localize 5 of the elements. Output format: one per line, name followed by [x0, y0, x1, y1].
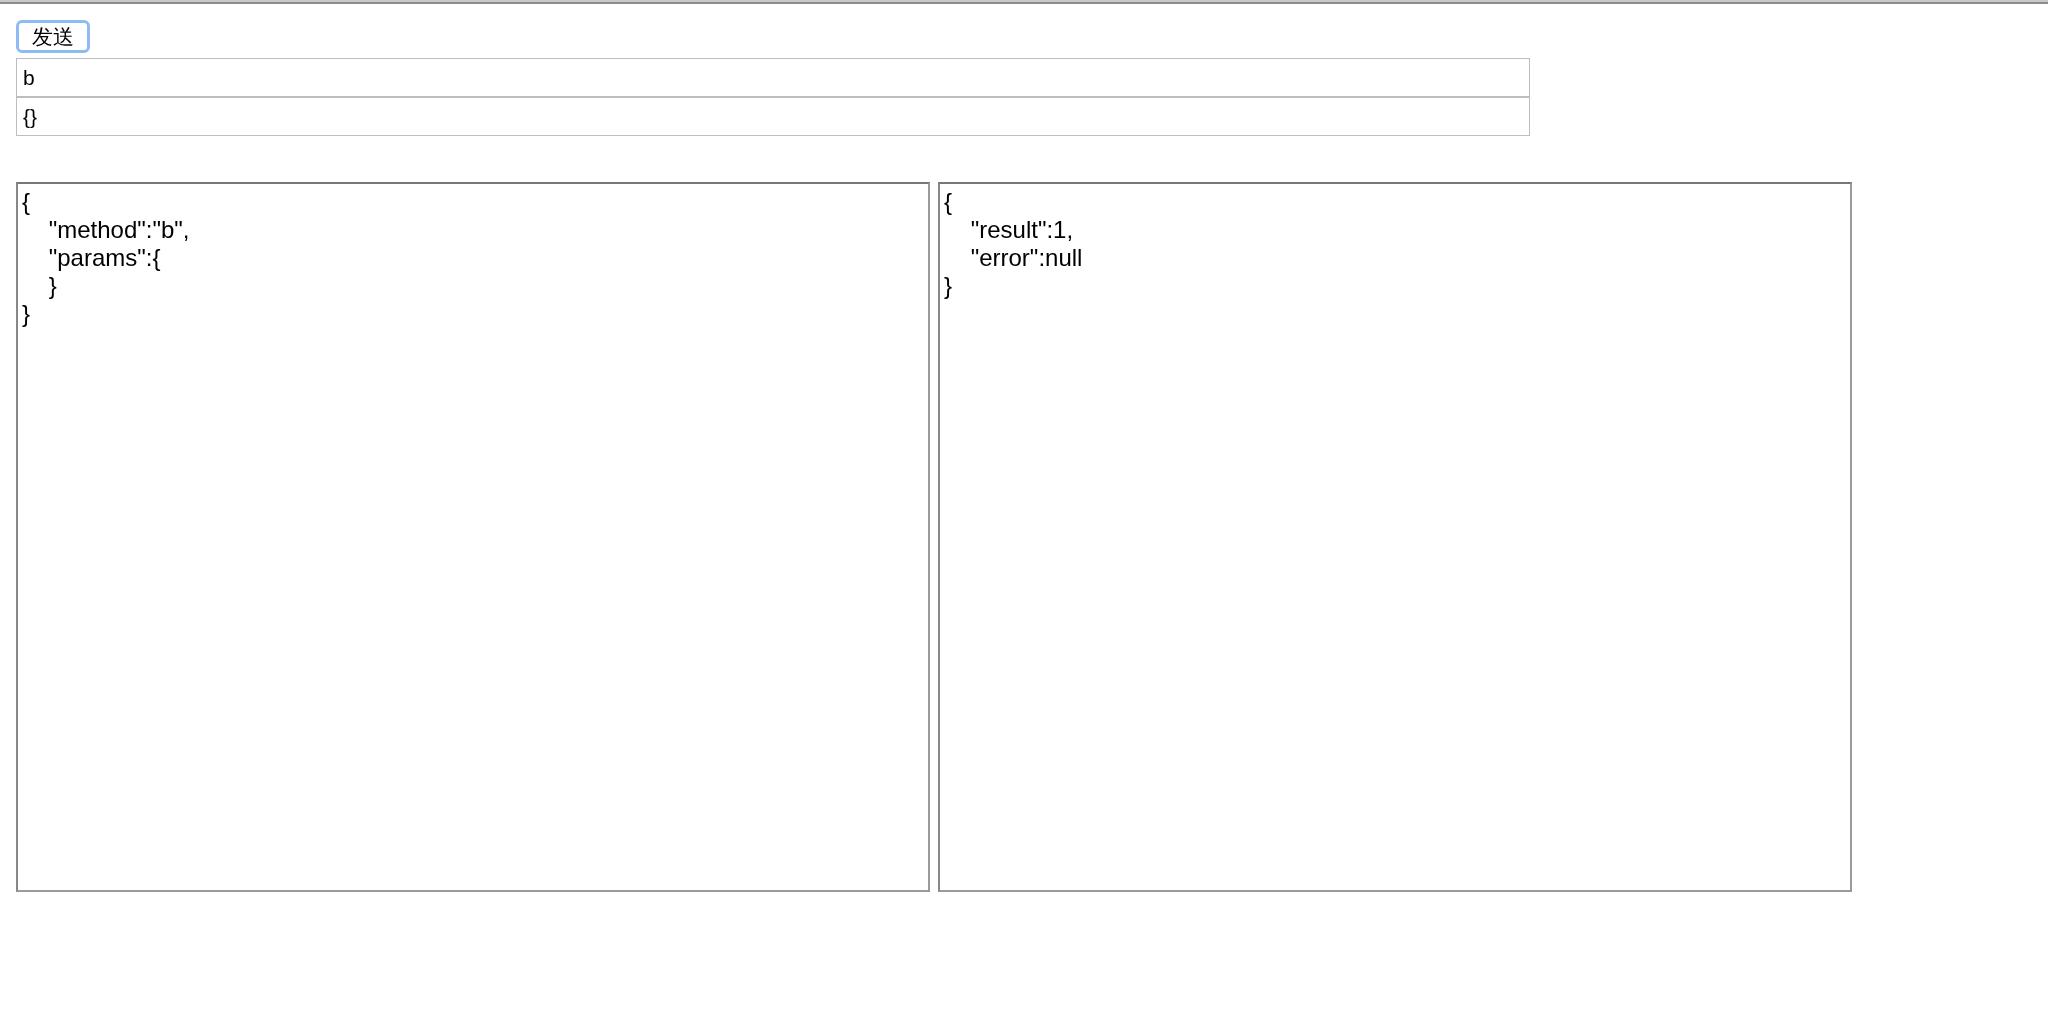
- method-input-field[interactable]: b: [16, 58, 1530, 97]
- request-textarea[interactable]: { "method":"b", "params":{ } }: [16, 182, 930, 892]
- send-button[interactable]: 发送: [16, 20, 90, 53]
- response-textarea[interactable]: { "result":1, "error":null }: [938, 182, 1852, 892]
- params-input-field[interactable]: {}: [16, 97, 1530, 136]
